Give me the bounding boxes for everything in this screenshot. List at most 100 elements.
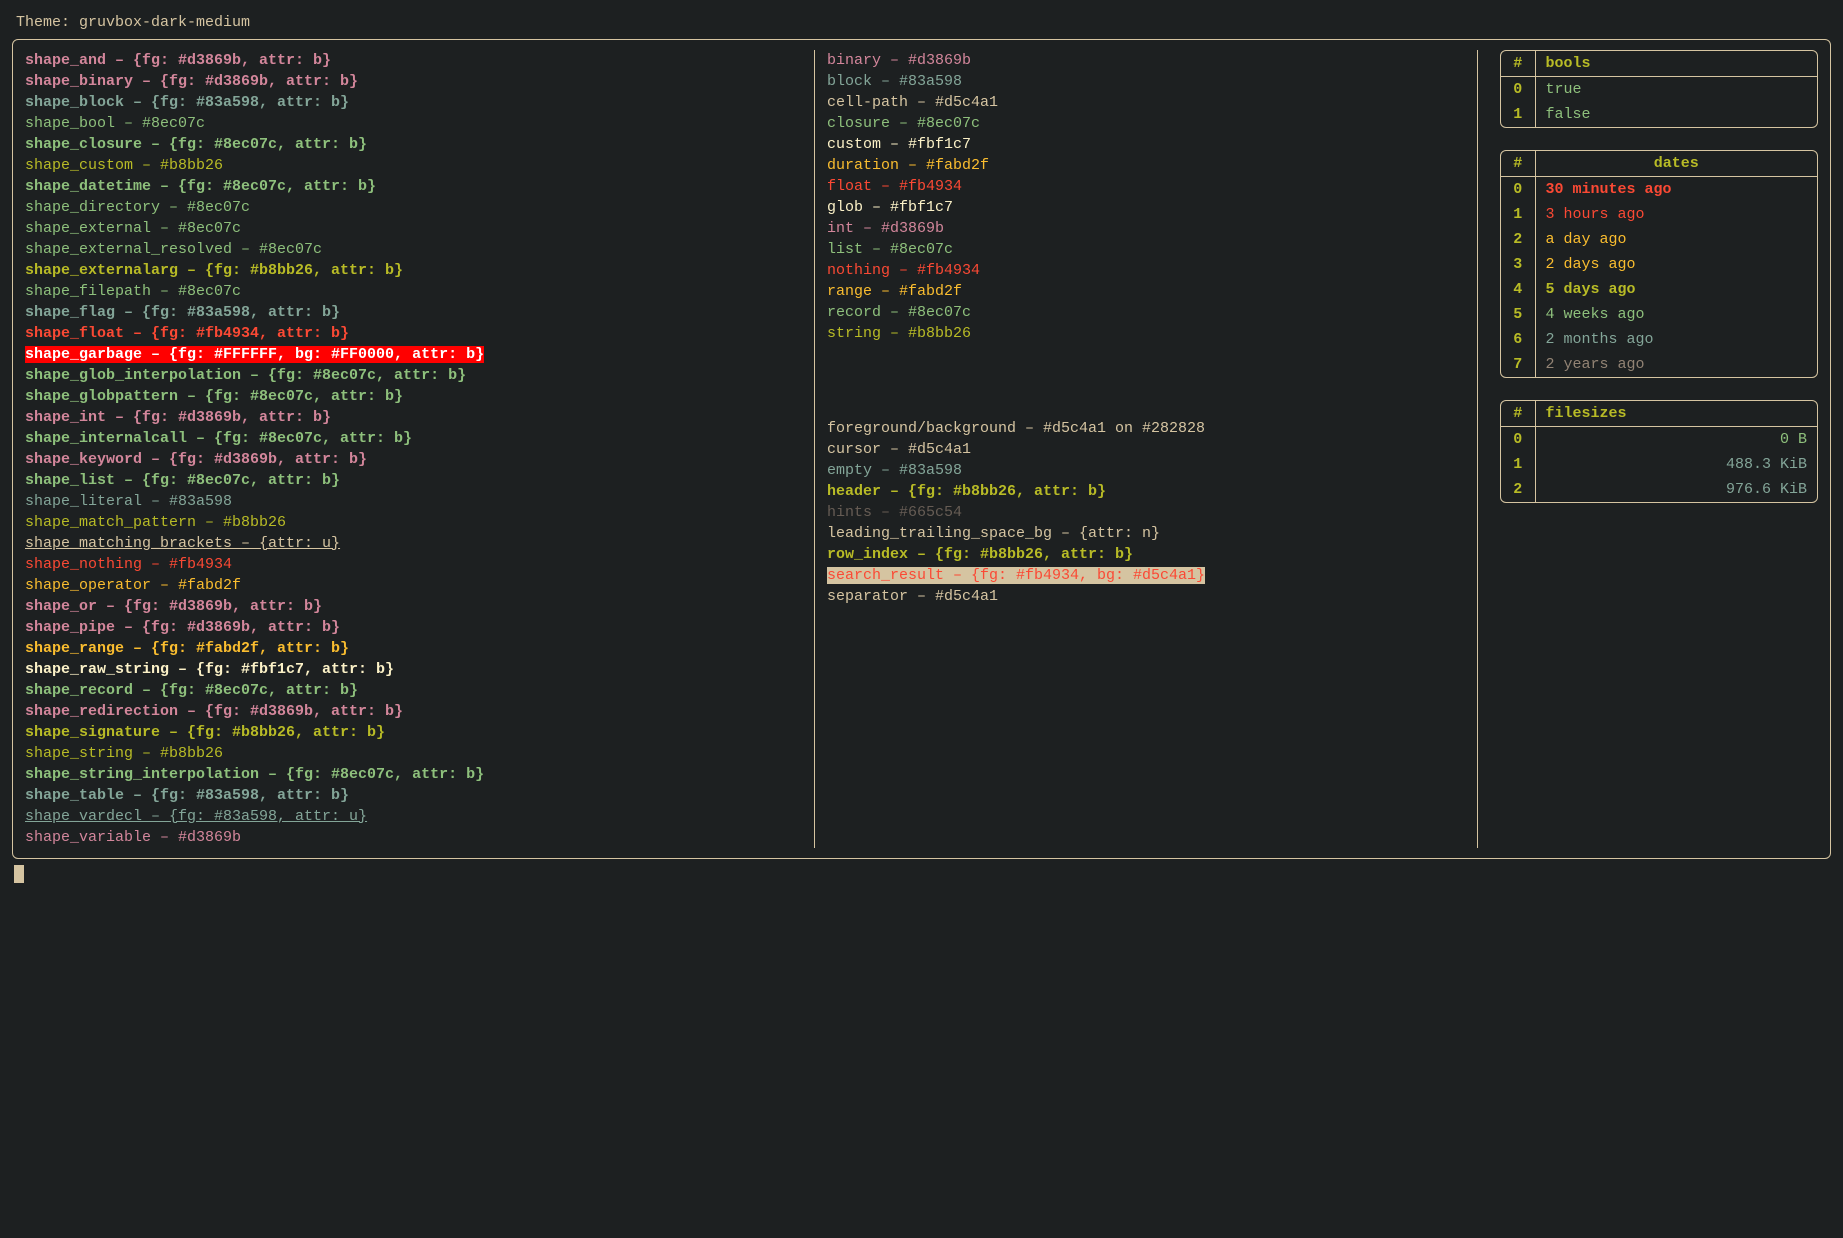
row-index: 2 bbox=[1501, 477, 1535, 502]
types-column: binary – #d3869b block – #83a598 cell-path… bbox=[815, 50, 1478, 848]
theme-entry-text: shape_pipe – {fg: #d3869b, attr: b} bbox=[25, 619, 340, 636]
theme-entry: shape_datetime – {fg: #8ec07c, attr: b} bbox=[25, 176, 802, 197]
table-header-val: filesizes bbox=[1535, 401, 1817, 427]
row-value: true bbox=[1535, 77, 1817, 103]
table-header-val: dates bbox=[1535, 151, 1817, 177]
table-row: 1488.3 KiB bbox=[1501, 452, 1817, 477]
theme-entry: binary – #d3869b bbox=[827, 50, 1465, 71]
theme-entry: shape_variable – #d3869b bbox=[25, 827, 802, 848]
theme-entry: shape_redirection – {fg: #d3869b, attr: … bbox=[25, 701, 802, 722]
theme-entry: shape_externalarg – {fg: #b8bb26, attr: … bbox=[25, 260, 802, 281]
theme-entry: shape_matching_brackets – {attr: u} bbox=[25, 533, 802, 554]
theme-entry: shape_block – {fg: #83a598, attr: b} bbox=[25, 92, 802, 113]
theme-entry-text: shape_variable – #d3869b bbox=[25, 829, 241, 846]
row-value: 2 days ago bbox=[1535, 252, 1817, 277]
table-row: 1false bbox=[1501, 102, 1817, 127]
theme-entry: shape_globpattern – {fg: #8ec07c, attr: … bbox=[25, 386, 802, 407]
theme-entry-text: shape_block – {fg: #83a598, attr: b} bbox=[25, 94, 349, 111]
theme-entry-text: shape_datetime – {fg: #8ec07c, attr: b} bbox=[25, 178, 376, 195]
row-value: 488.3 KiB bbox=[1535, 452, 1817, 477]
table-header-idx: # bbox=[1501, 401, 1535, 427]
theme-label: Theme: bbox=[16, 14, 79, 31]
row-value: 2 months ago bbox=[1535, 327, 1817, 352]
row-index: 4 bbox=[1501, 277, 1535, 302]
dates-table: # dates 030 minutes ago13 hours ago2a da… bbox=[1500, 150, 1818, 378]
theme-entry-text: shape_glob_interpolation – {fg: #8ec07c,… bbox=[25, 367, 466, 384]
table-row: 0true bbox=[1501, 77, 1817, 103]
theme-entry-text: shape_int – {fg: #d3869b, attr: b} bbox=[25, 409, 331, 426]
table-row: 32 days ago bbox=[1501, 252, 1817, 277]
theme-entry: shape_filepath – #8ec07c bbox=[25, 281, 802, 302]
theme-entry: shape_keyword – {fg: #d3869b, attr: b} bbox=[25, 449, 802, 470]
theme-entry-text: record – #8ec07c bbox=[827, 304, 971, 321]
theme-entry-text: shape_string – #b8bb26 bbox=[25, 745, 223, 762]
theme-title: Theme: gruvbox-dark-medium bbox=[16, 12, 1825, 33]
table-row: 2976.6 KiB bbox=[1501, 477, 1817, 502]
theme-entry-text: leading_trailing_space_bg – {attr: n} bbox=[827, 525, 1160, 542]
theme-entry-text: duration – #fabd2f bbox=[827, 157, 989, 174]
row-index: 5 bbox=[1501, 302, 1535, 327]
theme-entry: shape_and – {fg: #d3869b, attr: b} bbox=[25, 50, 802, 71]
theme-entry-text: shape_signature – {fg: #b8bb26, attr: b} bbox=[25, 724, 385, 741]
theme-entry: custom – #fbf1c7 bbox=[827, 134, 1465, 155]
theme-entry-text: shape_redirection – {fg: #d3869b, attr: … bbox=[25, 703, 403, 720]
theme-entry: nothing – #fb4934 bbox=[827, 260, 1465, 281]
theme-entry: shape_string – #b8bb26 bbox=[25, 743, 802, 764]
theme-entry: shape_vardecl – {fg: #83a598, attr: u} bbox=[25, 806, 802, 827]
theme-entry-text: shape_match_pattern – #b8bb26 bbox=[25, 514, 286, 531]
theme-entry: shape_external – #8ec07c bbox=[25, 218, 802, 239]
theme-entry: shape_int – {fg: #d3869b, attr: b} bbox=[25, 407, 802, 428]
theme-entry-text: list – #8ec07c bbox=[827, 241, 953, 258]
row-value: a day ago bbox=[1535, 227, 1817, 252]
theme-entry-text: shape_and – {fg: #d3869b, attr: b} bbox=[25, 52, 331, 69]
theme-entry: shape_closure – {fg: #8ec07c, attr: b} bbox=[25, 134, 802, 155]
theme-entry: cell-path – #d5c4a1 bbox=[827, 92, 1465, 113]
theme-entry-text: range – #fabd2f bbox=[827, 283, 962, 300]
theme-entry-text: shape_raw_string – {fg: #fbf1c7, attr: b… bbox=[25, 661, 394, 678]
theme-entry: shape_flag – {fg: #83a598, attr: b} bbox=[25, 302, 802, 323]
theme-entry: hints – #665c54 bbox=[827, 502, 1465, 523]
theme-entry-text: shape_matching_brackets – {attr: u} bbox=[25, 535, 340, 552]
theme-entry-text: foreground/background – #d5c4a1 on #2828… bbox=[827, 420, 1205, 437]
theme-entry-text: shape_record – {fg: #8ec07c, attr: b} bbox=[25, 682, 358, 699]
row-value: 4 weeks ago bbox=[1535, 302, 1817, 327]
theme-entry-text: shape_binary – {fg: #d3869b, attr: b} bbox=[25, 73, 358, 90]
theme-entry: float – #fb4934 bbox=[827, 176, 1465, 197]
theme-entry: shape_bool – #8ec07c bbox=[25, 113, 802, 134]
theme-entry: shape_string_interpolation – {fg: #8ec07… bbox=[25, 764, 802, 785]
theme-entry: block – #83a598 bbox=[827, 71, 1465, 92]
theme-entry: shape_custom – #b8bb26 bbox=[25, 155, 802, 176]
theme-entry: shape_nothing – #fb4934 bbox=[25, 554, 802, 575]
theme-entry: row_index – {fg: #b8bb26, attr: b} bbox=[827, 544, 1465, 565]
row-index: 6 bbox=[1501, 327, 1535, 352]
theme-entry-text: cell-path – #d5c4a1 bbox=[827, 94, 998, 111]
row-index: 1 bbox=[1501, 202, 1535, 227]
theme-entry: header – {fg: #b8bb26, attr: b} bbox=[827, 481, 1465, 502]
theme-entry: cursor – #d5c4a1 bbox=[827, 439, 1465, 460]
theme-entry: glob – #fbf1c7 bbox=[827, 197, 1465, 218]
theme-entry-text: shape_or – {fg: #d3869b, attr: b} bbox=[25, 598, 322, 615]
table-row: 62 months ago bbox=[1501, 327, 1817, 352]
row-index: 0 bbox=[1501, 427, 1535, 453]
theme-entry-text: shape_filepath – #8ec07c bbox=[25, 283, 241, 300]
theme-entry-text: block – #83a598 bbox=[827, 73, 962, 90]
theme-entry: shape_operator – #fabd2f bbox=[25, 575, 802, 596]
theme-entry-text: search_result – {fg: #fb4934, bg: #d5c4a… bbox=[827, 567, 1205, 584]
row-value: 976.6 KiB bbox=[1535, 477, 1817, 502]
theme-entry: shape_garbage – {fg: #FFFFFF, bg: #FF000… bbox=[25, 344, 802, 365]
theme-entry-text: shape_range – {fg: #fabd2f, attr: b} bbox=[25, 640, 349, 657]
theme-entry: shape_internalcall – {fg: #8ec07c, attr:… bbox=[25, 428, 802, 449]
theme-entry-text: row_index – {fg: #b8bb26, attr: b} bbox=[827, 546, 1133, 563]
theme-entry: shape_match_pattern – #b8bb26 bbox=[25, 512, 802, 533]
theme-entry-text: float – #fb4934 bbox=[827, 178, 962, 195]
theme-entry-text: shape_external_resolved – #8ec07c bbox=[25, 241, 322, 258]
theme-entry-text: shape_internalcall – {fg: #8ec07c, attr:… bbox=[25, 430, 412, 447]
theme-entry: duration – #fabd2f bbox=[827, 155, 1465, 176]
theme-entry-text: shape_literal – #83a598 bbox=[25, 493, 232, 510]
shapes-column: shape_and – {fg: #d3869b, attr: b} shape_… bbox=[25, 50, 815, 848]
theme-entry-text: nothing – #fb4934 bbox=[827, 262, 980, 279]
theme-entry: string – #b8bb26 bbox=[827, 323, 1465, 344]
table-row: 72 years ago bbox=[1501, 352, 1817, 377]
theme-entry: shape_literal – #83a598 bbox=[25, 491, 802, 512]
theme-entry-text: shape_closure – {fg: #8ec07c, attr: b} bbox=[25, 136, 367, 153]
